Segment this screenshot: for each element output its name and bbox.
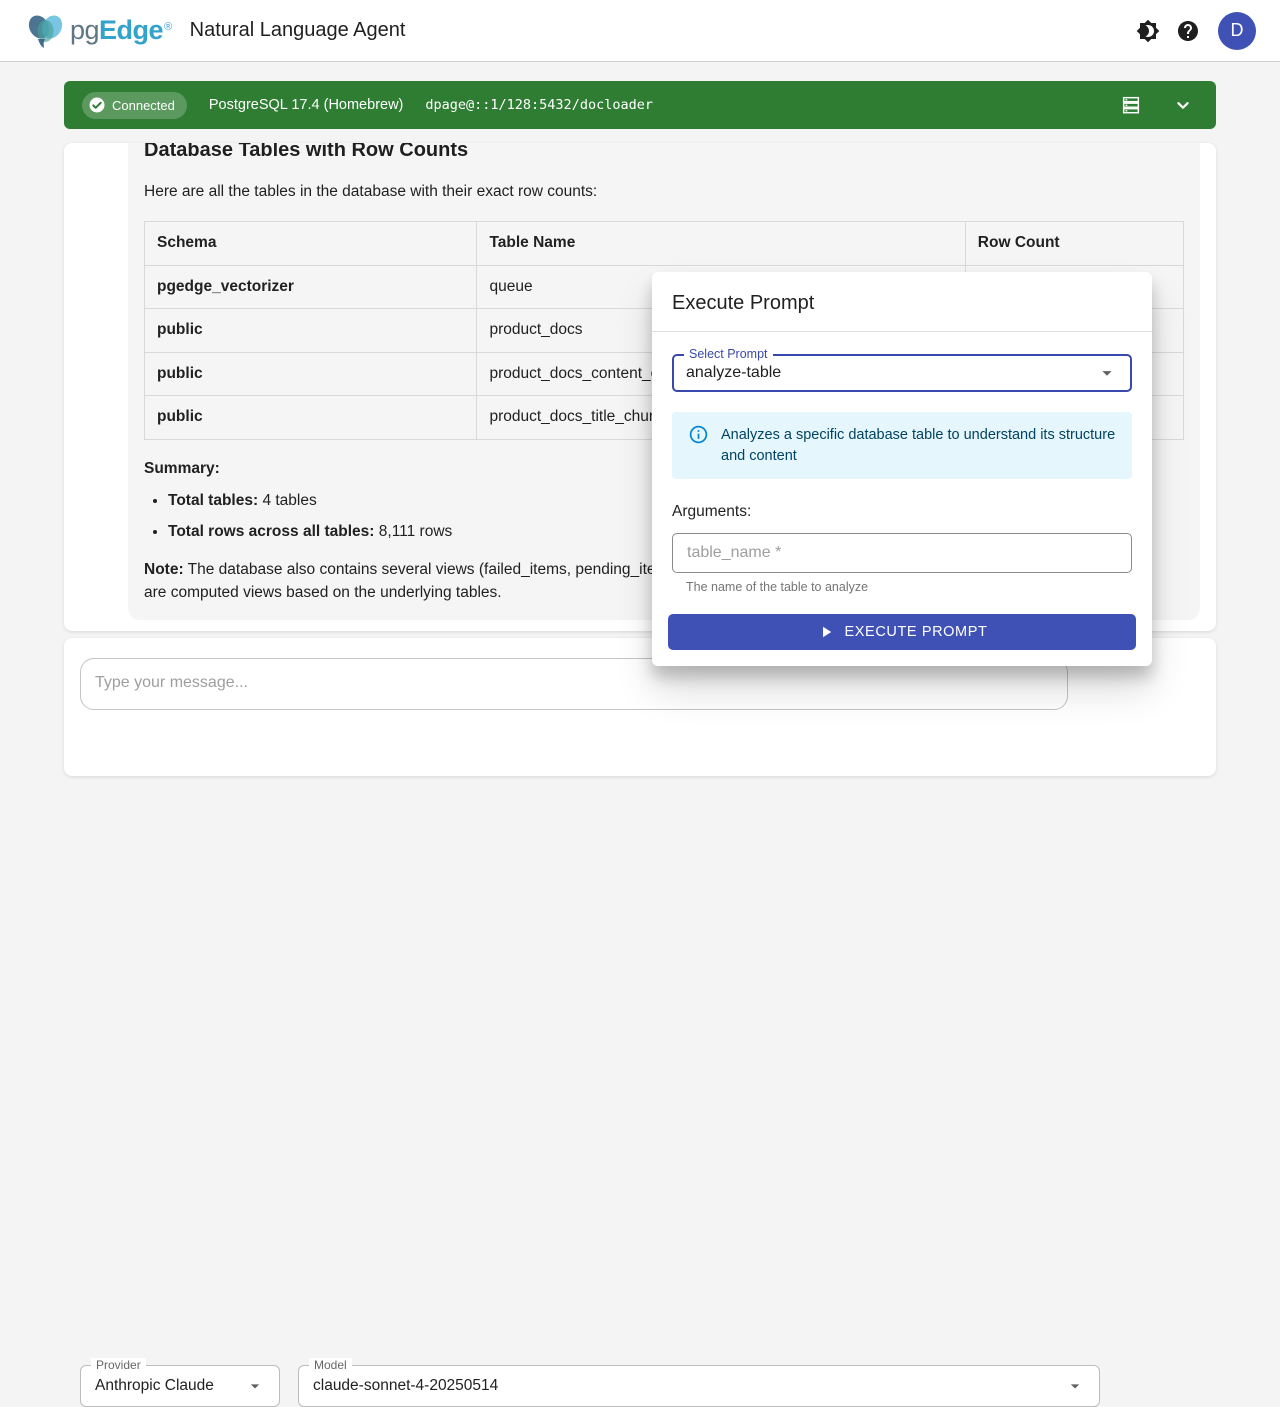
provider-select-value: Anthropic Claude [95,1377,245,1395]
app-bar: pgEdge® Natural Language Agent D [0,0,1280,62]
help-icon [1176,19,1200,43]
help-button[interactable] [1168,11,1208,51]
dialog-divider [652,331,1152,332]
execute-prompt-button-label: EXECUTE PROMPT [845,624,988,640]
dark-mode-toggle-icon [1136,19,1160,43]
dropdown-arrow-icon [1065,1376,1085,1396]
server-list-icon [1120,94,1142,116]
server-list-button[interactable] [1116,90,1146,120]
page-title: Natural Language Agent [190,19,406,42]
dark-mode-toggle-button[interactable] [1128,11,1168,51]
model-select-value: claude-sonnet-4-20250514 [313,1377,1065,1395]
connection-bar: Connected PostgreSQL 17.4 (Homebrew) dpa… [64,81,1216,129]
table-header-row: Schema Table Name Row Count [145,222,1184,265]
collapse-connection-bar-button[interactable] [1168,90,1198,120]
prompt-select-label: Select Prompt [684,347,773,361]
message-heading: Database Tables with Row Counts [144,143,1184,165]
provider-select[interactable]: Provider Anthropic Claude [80,1365,280,1407]
prompt-info-alert: Analyzes a specific database table to un… [672,412,1132,479]
schema-cell: public [145,309,477,352]
play-icon [817,623,835,641]
dropdown-arrow-icon [245,1376,265,1396]
message-intro: Here are all the tables in the database … [144,181,1184,203]
user-avatar[interactable]: D [1218,12,1256,50]
pgedge-logo-mark-icon [24,9,68,53]
prompt-select[interactable]: Select Prompt analyze-table [672,354,1132,392]
table-name-helper-text: The name of the table to analyze [686,580,1132,594]
server-version-label: PostgreSQL 17.4 (Homebrew) [209,97,404,113]
check-circle-icon [88,96,106,114]
execute-prompt-dialog: Execute Prompt Select Prompt analyze-tab… [652,272,1152,666]
chevron-down-icon [1172,94,1194,116]
column-header-row-count: Row Count [965,222,1183,265]
schema-cell: public [145,352,477,395]
column-header-schema: Schema [145,222,477,265]
prompt-select-value: analyze-table [686,364,1096,382]
schema-cell: pgedge_vectorizer [145,265,477,308]
column-header-table-name: Table Name [477,222,965,265]
connection-status-label: Connected [112,98,175,113]
connection-string: dpage@::1/128:5432/docloader [425,97,653,113]
arguments-label: Arguments: [672,503,1132,521]
model-select-label: Model [309,1358,352,1372]
model-select[interactable]: Model claude-sonnet-4-20250514 [298,1365,1100,1407]
info-icon [688,424,709,445]
prompt-description: Analyzes a specific database table to un… [721,424,1116,467]
provider-select-label: Provider [91,1358,146,1372]
pgedge-logo-text: pgEdge® [70,15,172,46]
dialog-title: Execute Prompt [672,272,1132,331]
pgedge-logo: pgEdge® [24,9,172,53]
execute-prompt-button[interactable]: EXECUTE PROMPT [668,614,1136,650]
connection-status-badge: Connected [82,92,187,119]
table-name-input[interactable] [672,533,1132,573]
schema-cell: public [145,396,477,439]
dropdown-arrow-icon [1096,362,1118,384]
